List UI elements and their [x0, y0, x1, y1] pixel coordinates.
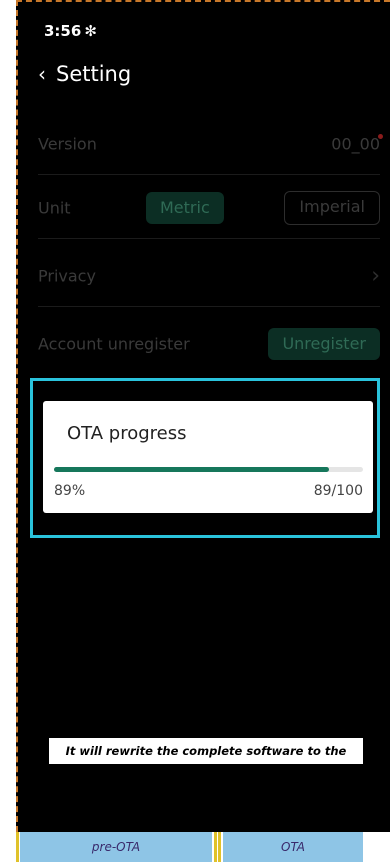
caption-text: It will rewrite the complete software to… — [49, 738, 363, 784]
unit-row: Unit Metric Imperial — [38, 178, 380, 239]
imperial-button[interactable]: Imperial — [284, 191, 380, 225]
privacy-row[interactable]: Privacy › — [38, 246, 380, 307]
bluetooth-icon: ✻ — [84, 22, 97, 40]
status-time: 3:56 — [44, 22, 82, 40]
unregister-button[interactable]: Unregister — [268, 328, 380, 360]
page-title: Setting — [56, 62, 132, 86]
tab-ota[interactable]: OTA — [223, 832, 363, 862]
unit-label: Unit — [38, 198, 71, 218]
progress-track — [54, 467, 363, 472]
dashed-left-border — [16, 0, 18, 832]
tab-pre-ota[interactable]: pre-OTA — [20, 832, 212, 862]
account-unregister-label: Account unregister — [38, 334, 190, 354]
progress-percent: 89% — [54, 483, 86, 499]
privacy-label: Privacy — [38, 266, 96, 286]
progress-count: 89/100 — [313, 483, 363, 499]
dashed-top-border — [16, 0, 390, 2]
version-label: Version — [38, 134, 97, 154]
metric-button[interactable]: Metric — [146, 192, 224, 224]
tab-divider — [16, 832, 19, 862]
update-dot-icon — [378, 134, 383, 139]
progress-fill — [54, 467, 329, 472]
back-chevron-icon[interactable]: ‹ — [38, 62, 46, 86]
page-header: ‹ Setting — [38, 62, 131, 86]
version-row: Version 00_00 — [38, 114, 383, 175]
tab-divider — [214, 832, 217, 862]
status-bar: 3:56 ✻ — [44, 22, 97, 40]
ota-dialog-title: OTA progress — [67, 423, 187, 444]
account-row: Account unregister Unregister — [38, 314, 380, 374]
chevron-right-icon: › — [371, 263, 380, 289]
version-value: 00_00 — [331, 134, 380, 154]
ota-progress-dialog: OTA progress 89% 89/100 — [43, 401, 373, 513]
tab-divider — [218, 832, 221, 862]
